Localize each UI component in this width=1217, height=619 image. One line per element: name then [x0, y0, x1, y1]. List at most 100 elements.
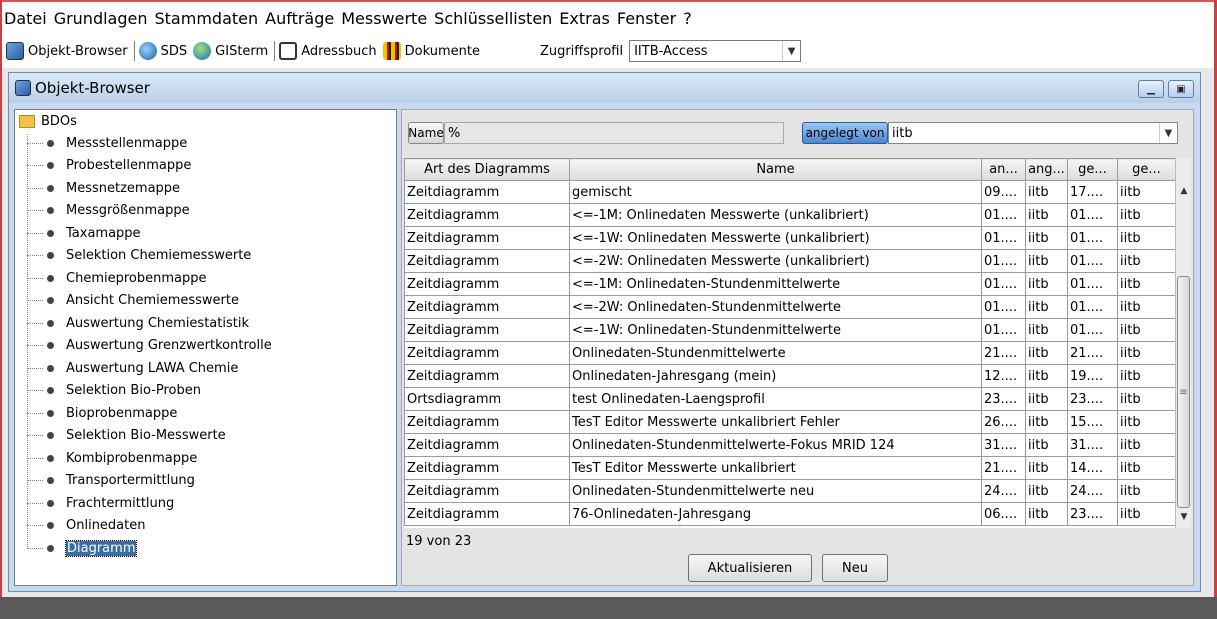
tree-item[interactable]: Selektion Bio-Messwerte	[27, 425, 226, 447]
cell-angelegt-am: 24....	[981, 479, 1026, 503]
table-vertical-scrollbar[interactable]: ▲ ≡ ▼	[1175, 158, 1191, 528]
tree-item[interactable]: Messstellenmappe	[27, 132, 187, 154]
cell-art: Zeitdiagramm	[404, 341, 570, 365]
table-row[interactable]: Zeitdiagramm gemischt 09.... iitb 17.... iitb	[404, 180, 1175, 204]
cell-geaendert-von: iitb	[1117, 249, 1175, 273]
zugriffsprofil-value: IITB-Access	[634, 43, 708, 59]
table-row[interactable]: Zeitdiagramm <=-2W: Onlinedaten Messwerte…	[404, 249, 1175, 273]
toolbar-separator	[133, 41, 135, 61]
table-row[interactable]: Zeitdiagramm Onlinedaten-Jahresgang (mein…	[404, 364, 1175, 388]
cell-name: gemischt	[569, 180, 982, 204]
cell-geaendert-von: iitb	[1117, 295, 1175, 319]
table-row[interactable]: Zeitdiagramm <=-1M: Onlinedaten Messwerte…	[404, 203, 1175, 227]
tree-item-label: Kombiprobenmappe	[66, 450, 198, 466]
minimize-button[interactable]: ▁	[1138, 80, 1164, 98]
tree-item[interactable]: Auswertung Chemiestatistik	[27, 312, 249, 334]
menu-grundlagen[interactable]: Grundlagen	[54, 9, 148, 28]
menu-stammdaten[interactable]: Stammdaten	[155, 9, 259, 28]
tree-item[interactable]: Kombiprobenmappe	[27, 447, 197, 469]
tree-connector	[27, 412, 43, 414]
sds-button[interactable]: SDS	[138, 42, 187, 60]
tree-item[interactable]: Onlinedaten	[27, 515, 146, 537]
tree-connector	[27, 300, 43, 302]
scroll-down-icon[interactable]: ▼	[1176, 506, 1192, 528]
tree-item[interactable]: Frachtermittlung	[27, 492, 174, 514]
tree-item[interactable]: Messgrößenmappe	[27, 200, 190, 222]
tree-item[interactable]: Chemieprobenmappe	[27, 267, 206, 289]
table-row[interactable]: Zeitdiagramm Onlinedaten-Stundenmittelwer…	[404, 341, 1175, 365]
diagram-list-panel: Name % angelegt von iitb ▼ Art des Diagr…	[401, 109, 1194, 586]
menu-datei[interactable]: Datei	[4, 9, 47, 28]
tree-root-bdos[interactable]: BDOs	[19, 114, 77, 129]
zugriffsprofil-label: Zugriffsprofil	[539, 43, 624, 59]
neu-button[interactable]: Neu	[822, 554, 888, 582]
tree-item[interactable]: Ansicht Chemiemesswerte	[27, 290, 239, 312]
menu-auftraege[interactable]: Aufträge	[265, 9, 334, 28]
dokumente-button[interactable]: Dokumente	[382, 42, 480, 60]
filter-name-input[interactable]: %	[444, 122, 784, 144]
column-header-name[interactable]: Name	[569, 158, 982, 181]
column-header-geaendert-von[interactable]: ge...	[1117, 158, 1175, 181]
diagram-table: Art des Diagramms Name an... ang... ge..…	[404, 158, 1175, 528]
cell-angelegt-am: 09....	[981, 180, 1026, 204]
cell-name: <=-1W: Onlinedaten Messwerte (unkalibrie…	[569, 226, 982, 250]
maximize-button[interactable]: ▣	[1168, 80, 1194, 98]
menu-messwerte[interactable]: Messwerte	[341, 9, 427, 28]
tree-connector	[27, 187, 43, 189]
tree-node-icon	[47, 544, 54, 552]
tree-item[interactable]: Taxamappe	[27, 222, 141, 244]
table-row[interactable]: Zeitdiagramm Onlinedaten-Stundenmittelwer…	[404, 479, 1175, 503]
table-row[interactable]: Zeitdiagramm <=-1M: Onlinedaten-Stundenmi…	[404, 272, 1175, 296]
column-header-angelegt-am[interactable]: an...	[981, 158, 1026, 181]
aktualisieren-button[interactable]: Aktualisieren	[688, 554, 812, 582]
table-row[interactable]: Zeitdiagramm <=-1W: Onlinedaten-Stundenmi…	[404, 318, 1175, 342]
cell-angelegt-von: iitb	[1025, 249, 1068, 273]
menu-extras[interactable]: Extras	[559, 9, 610, 28]
tree-item[interactable]: Probestellenmappe	[27, 155, 191, 177]
cell-name: <=-1M: Onlinedaten-Stundenmittelwerte	[569, 272, 982, 296]
tree-node-icon	[47, 477, 54, 485]
menu-fenster[interactable]: Fenster	[617, 9, 676, 28]
tree-item[interactable]: Transportermittlung	[27, 470, 195, 492]
adressbuch-button[interactable]: Adressbuch	[279, 42, 377, 60]
filter-angelegt-von-select[interactable]: iitb ▼	[888, 122, 1178, 144]
tree-item[interactable]: Auswertung LAWA Chemie	[27, 357, 238, 379]
table-row[interactable]: Zeitdiagramm 76-Onlinedaten-Jahresgang 06.…	[404, 502, 1175, 526]
objekt-browser-button[interactable]: Objekt-Browser	[6, 42, 128, 60]
chevron-down-icon[interactable]: ▼	[1159, 123, 1177, 143]
tree-item[interactable]: Bioprobenmappe	[27, 402, 177, 424]
table-row[interactable]: Zeitdiagramm TesT Editor Messwerte unkali…	[404, 456, 1175, 480]
tree-node-icon	[47, 139, 54, 147]
tree-item[interactable]: Selektion Bio-Proben	[27, 380, 201, 402]
window-title-bar[interactable]: Objekt-Browser ▁ ▣	[9, 73, 1200, 103]
zugriffsprofil-select[interactable]: IITB-Access ▼	[629, 40, 802, 62]
tree-item[interactable]: Auswertung Grenzwertkontrolle	[27, 335, 272, 357]
menu-schluessellisten[interactable]: Schlüssellisten	[434, 9, 552, 28]
column-header-angelegt-von[interactable]: ang...	[1025, 158, 1068, 181]
table-row[interactable]: Zeitdiagramm TesT Editor Messwerte unkali…	[404, 410, 1175, 434]
cell-geaendert-am: 23....	[1067, 387, 1118, 411]
tree-item[interactable]: Diagramm	[27, 537, 138, 559]
tree-item[interactable]: Selektion Chemiemesswerte	[27, 245, 251, 267]
table-row[interactable]: Zeitdiagramm <=-2W: Onlinedaten-Stundenmi…	[404, 295, 1175, 319]
tree-node-icon	[47, 522, 54, 530]
tree-item[interactable]: Messnetzemappe	[27, 177, 180, 199]
filter-angelegt-von-button[interactable]: angelegt von	[802, 122, 888, 144]
tree-node-icon	[47, 207, 54, 215]
gisterm-button[interactable]: GISterm	[193, 42, 268, 60]
scrollbar-thumb[interactable]: ≡	[1177, 276, 1190, 508]
filter-name-button[interactable]: Name	[408, 122, 444, 144]
cell-geaendert-am: 31....	[1067, 433, 1118, 457]
table-row[interactable]: Zeitdiagramm Onlinedaten-Stundenmittelwer…	[404, 433, 1175, 457]
tree-item-label: Auswertung LAWA Chemie	[66, 360, 239, 376]
cell-geaendert-von: iitb	[1117, 226, 1175, 250]
column-header-geaendert-am[interactable]: ge...	[1067, 158, 1118, 181]
menu-help[interactable]: ?	[683, 9, 692, 28]
column-header-art[interactable]: Art des Diagramms	[404, 158, 570, 181]
bdo-tree: BDOs Messstellenmappe Probestellenmappe Me…	[14, 109, 397, 586]
tree-connector	[27, 390, 43, 392]
table-row[interactable]: Zeitdiagramm <=-1W: Onlinedaten Messwerte…	[404, 226, 1175, 250]
table-row[interactable]: Ortsdiagramm test Onlinedaten-Laengsprofi…	[404, 387, 1175, 411]
scroll-up-icon[interactable]: ▲	[1176, 180, 1192, 202]
chevron-down-icon[interactable]: ▼	[782, 41, 800, 61]
